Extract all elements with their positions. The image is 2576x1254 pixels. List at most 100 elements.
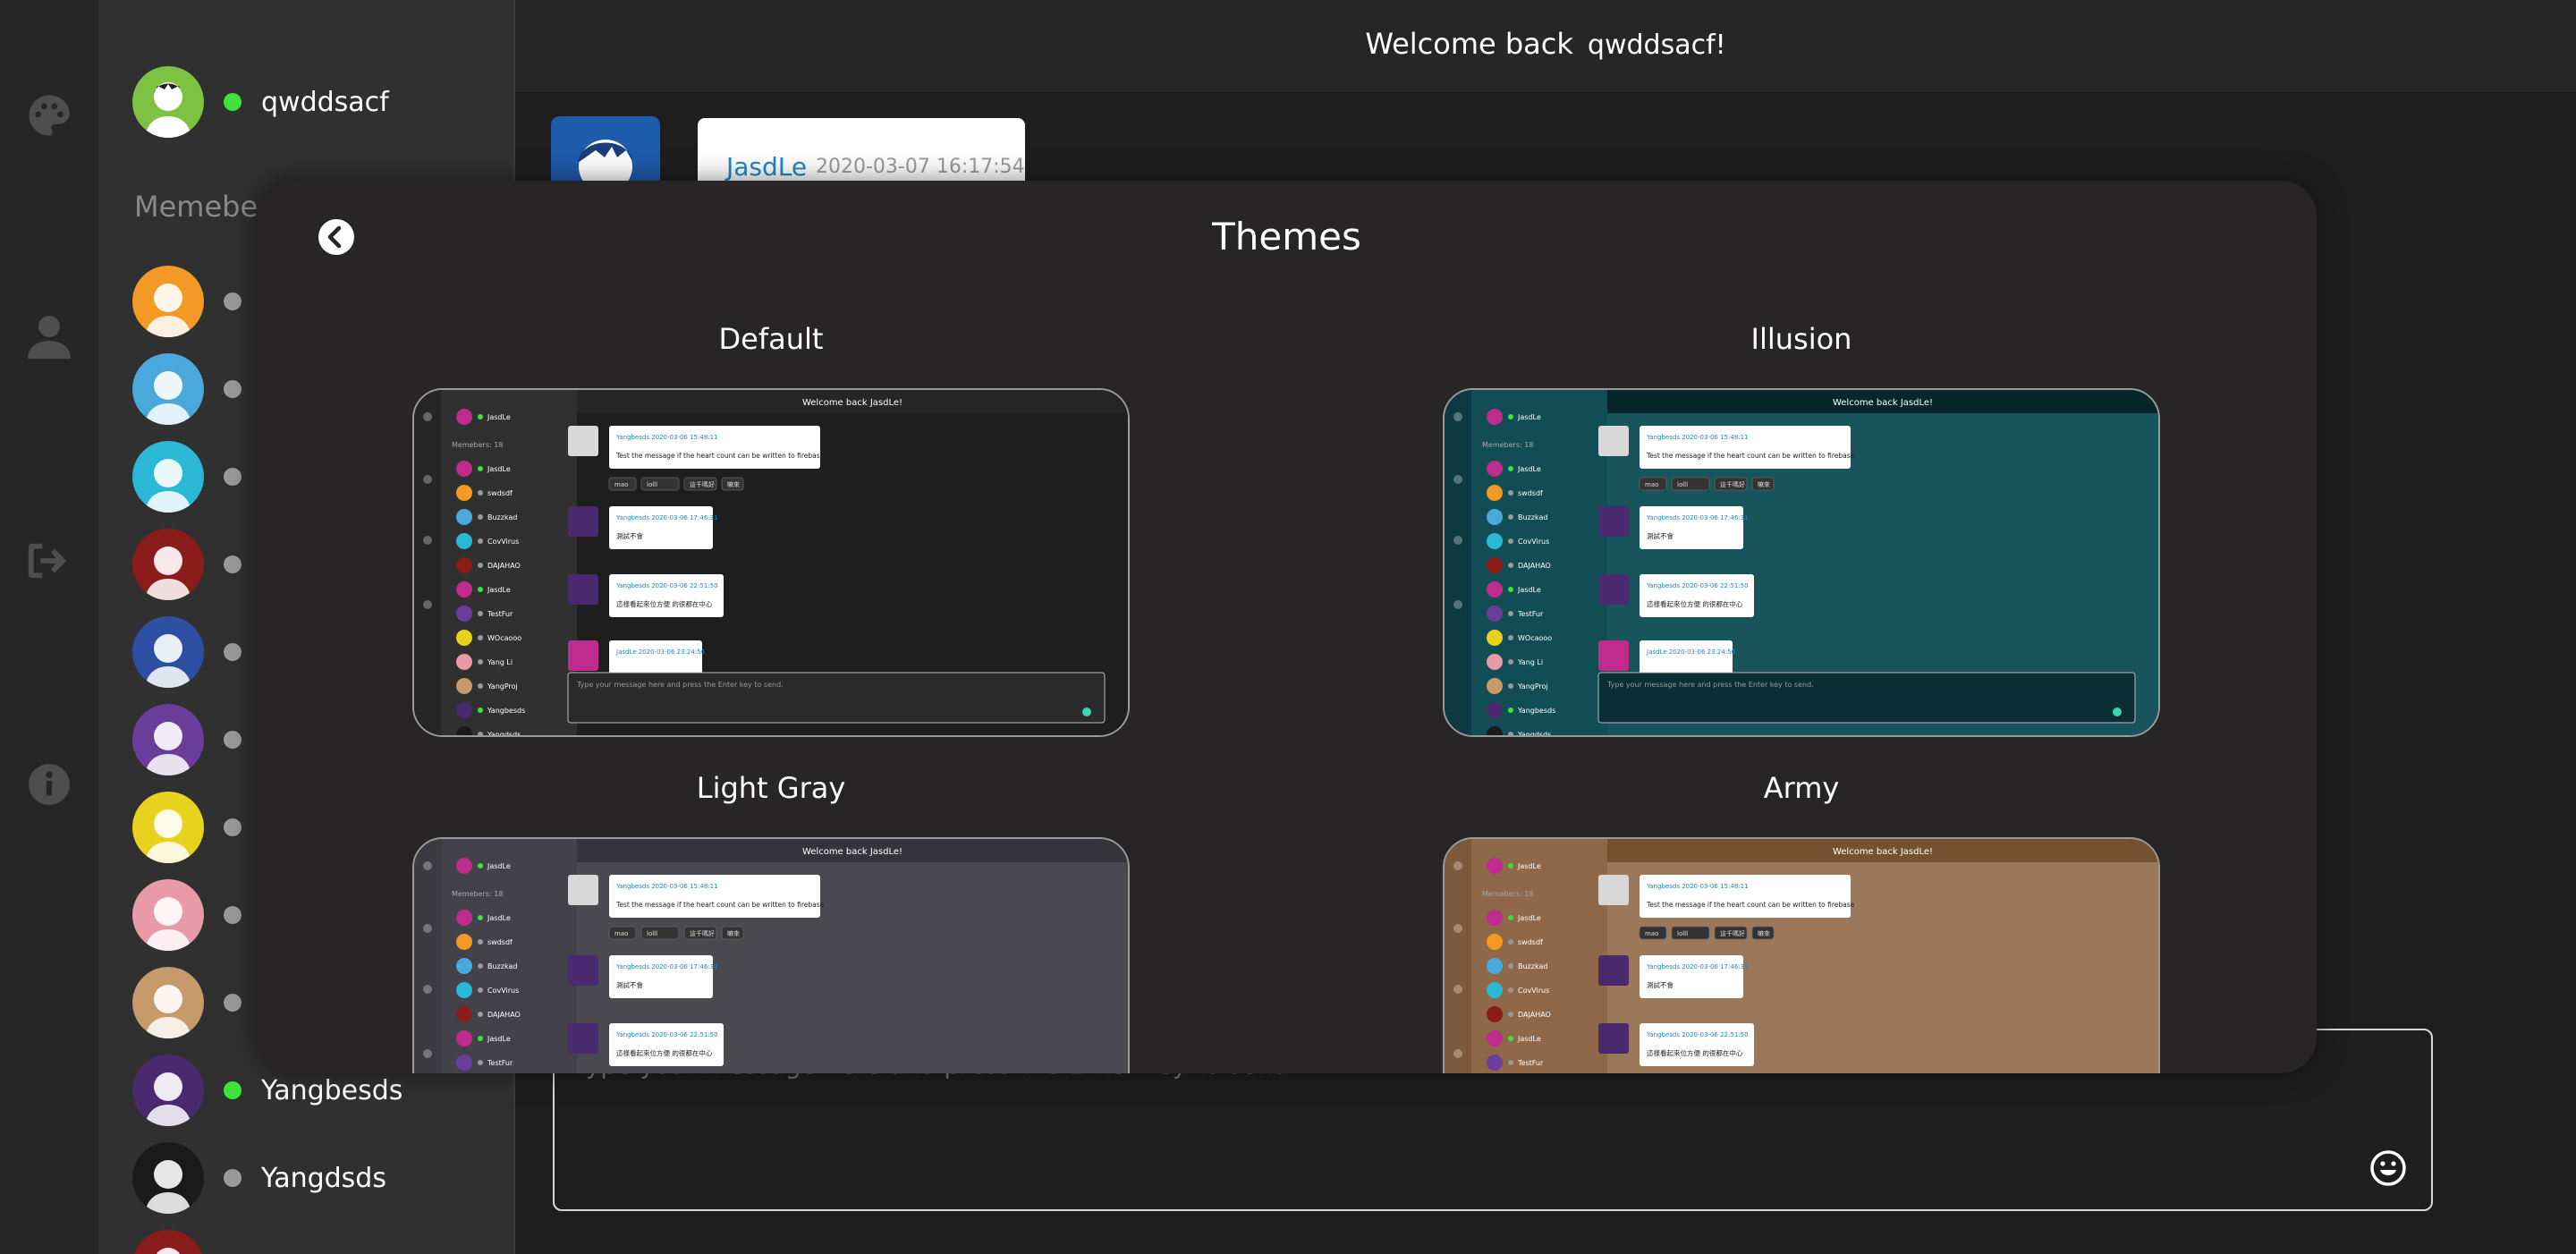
icon-rail — [0, 0, 98, 1254]
svg-text:JasdLe: JasdLe — [1517, 1035, 1541, 1043]
avatar — [132, 704, 204, 775]
avatar — [132, 441, 204, 513]
svg-text:swdsdf: swdsdf — [487, 489, 513, 497]
online-status-dot — [224, 93, 242, 111]
svg-text:Yangbesds 2020-03-06 15:48:11: Yangbesds 2020-03-06 15:48:11 — [1646, 434, 1749, 441]
svg-text:JasdLe: JasdLe — [487, 586, 511, 594]
svg-text:Yangbesds 2020-03-06 15:48:11: Yangbesds 2020-03-06 15:48:11 — [1646, 883, 1749, 890]
status-dot — [224, 292, 242, 310]
theme-option-default[interactable]: Welcome back JasdLe! JasdLe Memebers: 18 Ja… — [412, 388, 1130, 737]
modal-title: Themes — [1212, 215, 1361, 258]
current-user[interactable]: qwddsacf — [132, 66, 389, 138]
theme-option-army[interactable]: Welcome back JasdLe! JasdLe Memebers: 18 Ja… — [1443, 837, 2160, 1073]
svg-text:JasdLe: JasdLe — [1517, 862, 1541, 870]
svg-text:TestFur: TestFur — [487, 610, 513, 618]
svg-text:Yangbesds 2020-03-06 17:46:31: Yangbesds 2020-03-06 17:46:31 — [1646, 963, 1749, 970]
welcome-message: Welcome back qwddsacf! — [515, 27, 2576, 61]
svg-text:swdsdf: swdsdf — [1518, 489, 1543, 497]
svg-text:Yangdsds: Yangdsds — [487, 731, 521, 735]
svg-text:測試不會: 測試不會 — [616, 980, 643, 989]
svg-text:DAJAHAO: DAJAHAO — [1518, 562, 1551, 570]
svg-text:JasdLe: JasdLe — [487, 862, 511, 870]
svg-text:Yang Li: Yang Li — [487, 658, 513, 666]
theme-preview-illusion: Welcome back JasdLe! JasdLe Memebers: 18 Ja… — [1445, 390, 2158, 735]
member-item[interactable]: Yangdsds — [132, 1134, 402, 1222]
user-icon[interactable] — [18, 306, 80, 369]
avatar — [132, 266, 204, 337]
svg-text:CovVirus: CovVirus — [1518, 538, 1549, 546]
svg-text:Yangbesds: Yangbesds — [1517, 707, 1555, 715]
theme-option-illusion[interactable]: Welcome back JasdLe! JasdLe Memebers: 18 Ja… — [1443, 388, 2160, 737]
svg-text:mao: mao — [614, 481, 628, 488]
svg-text:這千嗎好: 這千嗎好 — [1720, 480, 1745, 488]
svg-text:Test the message if the heart: Test the message if the heart count can … — [1646, 452, 1855, 460]
member-name: Yangdsds — [261, 1162, 386, 1194]
svg-text:Yangdsds: Yangdsds — [1517, 731, 1551, 735]
svg-text:YangProj: YangProj — [487, 682, 518, 691]
theme-label-army: Army — [1763, 771, 1840, 805]
svg-text:這樣看起來位方便 的很都在中心: 這樣看起來位方便 的很都在中心 — [616, 1048, 713, 1057]
emoji-icon[interactable] — [2370, 1150, 2406, 1186]
svg-text:Yangbesds 2020-03-06 17:46:31: Yangbesds 2020-03-06 17:46:31 — [615, 963, 718, 970]
svg-text:JasdLe: JasdLe — [487, 1035, 511, 1043]
svg-text:Yangbesds 2020-03-06 22:51:50: Yangbesds 2020-03-06 22:51:50 — [1646, 582, 1749, 589]
svg-text:Welcome back JasdLe!: Welcome back JasdLe! — [802, 398, 902, 408]
member-item[interactable]: Y... — [132, 1222, 402, 1254]
svg-text:Test the message if the heart: Test the message if the heart count can … — [1646, 901, 1855, 909]
svg-text:CovVirus: CovVirus — [487, 538, 519, 546]
svg-text:JasdLe: JasdLe — [487, 413, 511, 421]
svg-text:TestFur: TestFur — [487, 1059, 513, 1067]
svg-text:Yangbesds 2020-03-06 22:51:50: Yangbesds 2020-03-06 22:51:50 — [1646, 1031, 1749, 1038]
svg-text:嘛來: 嘛來 — [727, 929, 740, 937]
svg-text:lolll: lolll — [1677, 481, 1688, 488]
svg-text:lolll: lolll — [1677, 930, 1688, 937]
svg-text:WOcaooo: WOcaooo — [487, 634, 521, 642]
status-dot — [224, 994, 242, 1012]
message-time: 2020-03-07 16:17:54 — [816, 156, 1025, 178]
avatar — [132, 529, 204, 600]
themes-modal: Themes Default Welcome back JasdLe! JasdLe… — [257, 181, 2317, 1073]
svg-text:WOcaooo: WOcaooo — [1518, 634, 1552, 642]
welcome-text: Welcome back — [1365, 27, 1573, 61]
svg-text:這樣看起來位方便 的很都在中心: 這樣看起來位方便 的很都在中心 — [1647, 1048, 1743, 1057]
svg-text:Welcome back JasdLe!: Welcome back JasdLe! — [802, 847, 902, 857]
status-dot — [224, 468, 242, 486]
info-icon[interactable] — [18, 753, 80, 816]
svg-text:嘛來: 嘛來 — [727, 480, 740, 488]
logout-icon[interactable] — [18, 530, 80, 592]
svg-text:Yang Li: Yang Li — [1517, 658, 1543, 666]
svg-text:lolll: lolll — [647, 930, 657, 937]
svg-text:Test the message if the heart: Test the message if the heart count can … — [615, 452, 825, 460]
svg-text:Yangbesds: Yangbesds — [487, 707, 525, 715]
svg-text:Welcome back JasdLe!: Welcome back JasdLe! — [1833, 398, 1933, 408]
palette-icon[interactable] — [18, 84, 80, 147]
avatar — [132, 1230, 204, 1254]
svg-text:swdsdf: swdsdf — [487, 938, 513, 946]
svg-text:Yangbesds 2020-03-06 17:46:31: Yangbesds 2020-03-06 17:46:31 — [615, 514, 718, 521]
svg-text:CovVirus: CovVirus — [487, 987, 519, 995]
theme-preview-light-gray: Welcome back JasdLe! JasdLe Memebers: 18 Ja… — [414, 839, 1128, 1073]
message-sender[interactable]: JasdLe — [726, 152, 807, 182]
status-dot — [224, 1081, 242, 1099]
svg-text:mao: mao — [1645, 930, 1658, 937]
svg-text:JasdLe: JasdLe — [1517, 586, 1541, 594]
svg-text:測試不會: 測試不會 — [1647, 980, 1674, 989]
current-username: qwddsacf — [261, 86, 389, 118]
theme-option-light-gray[interactable]: Welcome back JasdLe! JasdLe Memebers: 18 Ja… — [412, 837, 1130, 1073]
svg-text:JasdLe: JasdLe — [1517, 914, 1541, 922]
svg-text:測試不會: 測試不會 — [1647, 531, 1674, 540]
chat-header: Welcome back qwddsacf! — [515, 0, 2576, 93]
svg-text:Buzzkad: Buzzkad — [487, 962, 517, 970]
svg-text:Welcome back JasdLe!: Welcome back JasdLe! — [1833, 847, 1933, 857]
svg-text:Yangbesds 2020-03-06 15:48:11: Yangbesds 2020-03-06 15:48:11 — [615, 434, 718, 441]
svg-text:Memebers: 18: Memebers: 18 — [452, 441, 503, 449]
svg-text:CovVirus: CovVirus — [1518, 987, 1549, 995]
status-dot — [224, 1169, 242, 1187]
avatar — [132, 879, 204, 951]
svg-text:JasdLe: JasdLe — [487, 914, 511, 922]
svg-text:Type your message here and pre: Type your message here and press the Ent… — [1606, 681, 1814, 689]
avatar — [132, 353, 204, 425]
svg-text:Yangbesds 2020-03-06 22:51:50: Yangbesds 2020-03-06 22:51:50 — [615, 1031, 718, 1038]
avatar — [132, 616, 204, 688]
svg-text:這千嗎好: 這千嗎好 — [1720, 929, 1745, 937]
